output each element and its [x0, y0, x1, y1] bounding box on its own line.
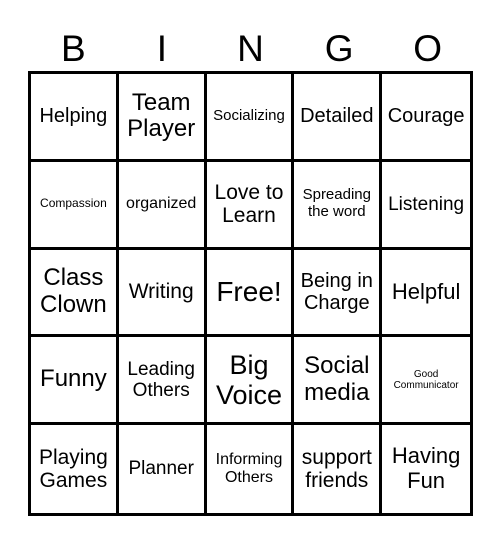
bingo-cell[interactable]: Socializing	[206, 74, 295, 162]
bingo-cell[interactable]: Playing Games	[31, 425, 119, 513]
bingo-cell[interactable]: Social media	[294, 337, 383, 426]
bingo-cell[interactable]: Spreading the word	[294, 161, 383, 250]
bingo-cell[interactable]: Planner	[119, 425, 207, 513]
bingo-cell[interactable]: support friends	[294, 425, 383, 513]
bingo-cell[interactable]: Big Voice	[206, 337, 295, 426]
header-letter-b: B	[60, 28, 86, 69]
bingo-cell[interactable]: Class Clown	[31, 249, 119, 338]
bingo-cell[interactable]: Helpful	[382, 250, 470, 338]
bingo-cell[interactable]: Compassion	[31, 161, 119, 250]
bingo-cell[interactable]: Love to Learn	[206, 161, 295, 250]
bingo-cell[interactable]: Helping	[31, 74, 119, 162]
bingo-cell[interactable]: Team Player	[118, 74, 207, 162]
bingo-cell[interactable]: Being in Charge	[294, 249, 383, 338]
bingo-cell[interactable]: Good Communicator	[382, 337, 470, 426]
bingo-cell[interactable]: Courage	[382, 74, 470, 162]
bingo-cell[interactable]: Listening	[382, 162, 470, 250]
bingo-cell[interactable]: Having Fun	[382, 425, 470, 513]
bingo-cell[interactable]: Detailed	[294, 74, 383, 162]
bingo-cell[interactable]: Leading Others	[118, 337, 207, 426]
bingo-grid: Helping Team Player Socializing Detailed…	[28, 71, 473, 516]
header-letter-g: G	[324, 28, 354, 69]
bingo-header: B I N G O	[29, 26, 472, 72]
bingo-cell[interactable]: Informing Others	[207, 425, 295, 513]
header-letter-o: O	[413, 28, 443, 69]
header-letter-i: I	[156, 28, 168, 69]
bingo-cell[interactable]: Writing	[118, 249, 207, 338]
bingo-cell[interactable]: organized	[118, 161, 207, 250]
header-letter-n: N	[237, 28, 264, 69]
bingo-cell[interactable]: Funny	[31, 337, 119, 426]
free-space[interactable]: Free!	[206, 249, 295, 338]
